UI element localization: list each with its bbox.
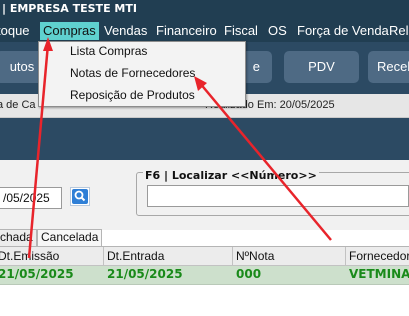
column-header-dt-emissao[interactable]: Dt.Emissão — [0, 249, 59, 263]
column-header-numero-nota[interactable]: NºNota — [236, 249, 274, 263]
header-band — [0, 118, 409, 160]
toolbar-pdv-button[interactable]: PDV — [284, 51, 359, 83]
grid-empty-area — [0, 286, 409, 316]
menu-item-financeiro[interactable]: Financeiro — [153, 22, 220, 40]
date-field[interactable]: /05/2025 — [0, 187, 62, 209]
search-button[interactable] — [70, 187, 90, 206]
status-left-text: a de Ca — [0, 99, 36, 111]
tab-cancelada[interactable]: Cancelada — [37, 229, 103, 246]
menu-item-lista-compras[interactable]: Lista Compras — [70, 44, 147, 58]
menu-item-compras[interactable]: Compras — [40, 22, 99, 40]
cell-dt-entrada: 21/05/2025 — [107, 267, 183, 281]
app-window: | EMPRESA TESTE MTI toque Compras Vendas… — [0, 0, 409, 316]
window-title: | EMPRESA TESTE MTI — [2, 2, 137, 15]
menu-item-reposicao-de-produtos[interactable]: Reposição de Produtos — [70, 88, 195, 102]
cell-numero-nota: 000 — [236, 267, 262, 281]
grid-header — [0, 246, 409, 266]
menu-item-os[interactable]: OS — [265, 22, 290, 40]
column-header-fornecedor[interactable]: Fornecedor — [349, 249, 409, 263]
menu-bar: toque Compras Vendas Financeiro Fiscal O… — [0, 19, 409, 42]
menu-item-vendas[interactable]: Vendas — [101, 22, 150, 40]
toolbar-receber-button[interactable]: Recel — [368, 51, 409, 83]
menu-item-estoque[interactable]: toque — [0, 22, 33, 40]
cell-dt-emissao: 21/05/2025 — [0, 267, 74, 281]
cell-fornecedor: VETMINAS — [349, 267, 409, 281]
menu-item-forca-de-venda[interactable]: Força de Venda — [294, 22, 392, 40]
column-header-dt-entrada[interactable]: Dt.Entrada — [107, 249, 164, 263]
localizar-input[interactable] — [147, 185, 409, 207]
localizar-label: F6 | Localizar <<Número>> — [143, 169, 319, 182]
menu-item-notas-de-fornecedores[interactable]: Notas de Fornecedores — [70, 66, 195, 80]
menu-item-fiscal[interactable]: Fiscal — [221, 22, 261, 40]
menu-item-relatorios[interactable]: Rela — [386, 22, 409, 40]
compras-dropdown-menu: Lista Compras Notas de Fornecedores Repo… — [38, 41, 246, 107]
title-bar: | EMPRESA TESTE MTI — [0, 0, 409, 19]
search-icon — [72, 189, 88, 204]
tab-fechada[interactable]: chada — [0, 229, 37, 246]
